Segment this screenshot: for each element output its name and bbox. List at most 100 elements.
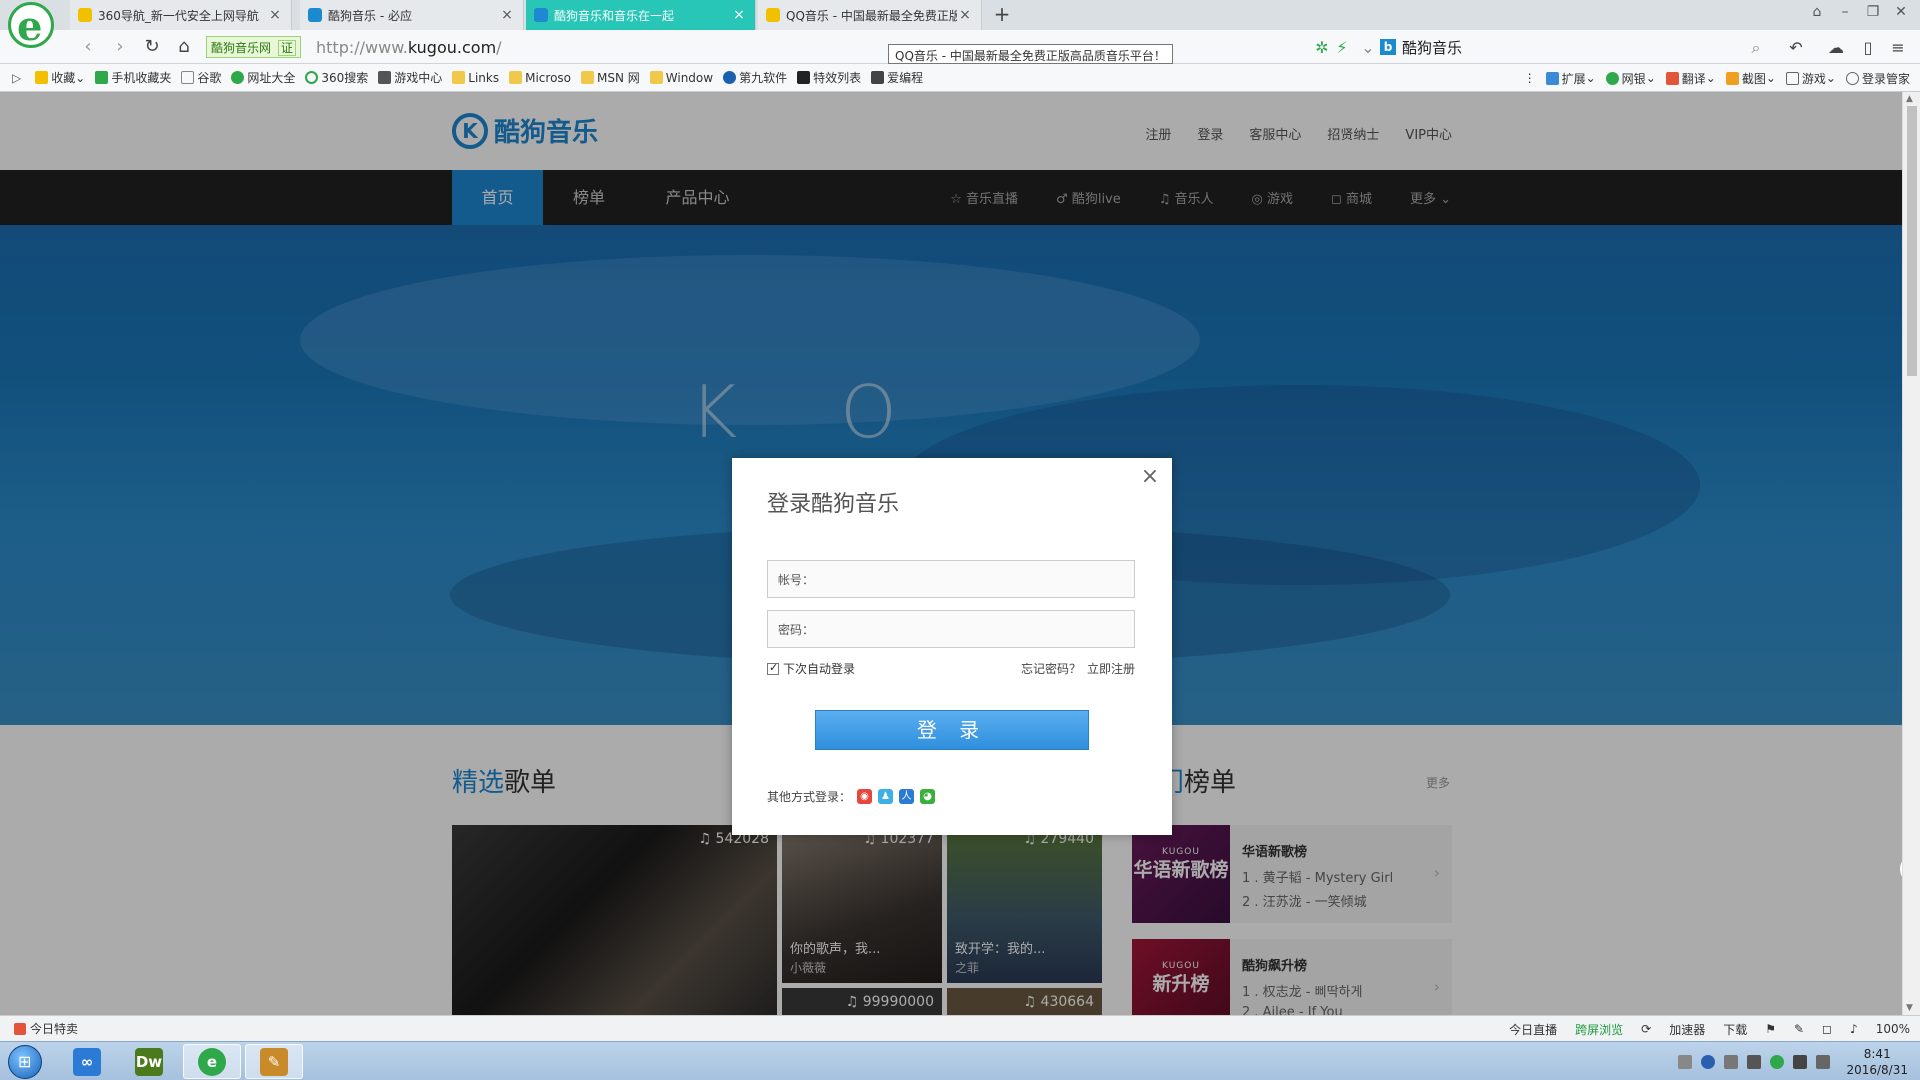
taskbar-app-browser[interactable]: e — [183, 1044, 241, 1079]
qq-icon[interactable]: ♟ — [878, 789, 894, 804]
clock[interactable]: 8:41 2016/8/31 — [1846, 1046, 1908, 1078]
bookmark-item[interactable]: 手机收藏夹 — [95, 69, 171, 86]
tab-close-icon[interactable]: × — [499, 7, 515, 23]
maximize-icon[interactable]: ❐ — [1861, 4, 1885, 20]
notes-icon[interactable]: ✎ — [1794, 1022, 1804, 1036]
password-input[interactable] — [814, 614, 1134, 644]
volume-tray-icon[interactable] — [1816, 1054, 1831, 1069]
security-icon[interactable]: ✲ — [1312, 38, 1332, 58]
today-deals-link[interactable]: 今日特卖 — [14, 1020, 78, 1037]
help-icon[interactable] — [1701, 1054, 1716, 1069]
undo-icon[interactable]: ↶ — [1786, 38, 1806, 58]
bookmark-item[interactable]: 特效列表 — [797, 69, 861, 86]
remember-me[interactable]: 下次自动登录 — [767, 660, 855, 677]
bookmark-item[interactable]: 爱编程 — [871, 69, 923, 86]
tab-close-icon[interactable]: × — [267, 7, 283, 23]
url-field[interactable]: http://www.kugou.com/ — [316, 38, 502, 57]
window-icon[interactable]: ◻ — [1822, 1022, 1832, 1036]
forgot-password-link[interactable]: 忘记密码？ — [1021, 662, 1081, 676]
login-manager-button[interactable]: 登录管家 — [1845, 70, 1910, 87]
action-center-icon[interactable] — [1793, 1054, 1808, 1069]
scrollbar-thumb[interactable] — [1907, 106, 1917, 376]
minimize-icon[interactable]: – — [1833, 4, 1857, 20]
accelerator-button[interactable]: 加速器 — [1669, 1021, 1705, 1038]
network-icon[interactable] — [1747, 1054, 1762, 1069]
url-dropdown-icon[interactable]: ⌄ — [1358, 38, 1378, 58]
browser-status-bar: 今日特卖 今日直播 跨屏浏览 ⟳ 加速器 下载 ⚑ ✎ ◻ ♪ 100% — [0, 1015, 1920, 1041]
tab-kugou[interactable]: 酷狗音乐和音乐在一起 × — [526, 0, 756, 30]
clock-time: 8:41 — [1863, 1046, 1891, 1061]
tab-bing[interactable]: 酷狗音乐 - 必应 × — [300, 0, 524, 30]
bookmark-folder[interactable]: Microso — [509, 71, 571, 85]
tab-close-icon[interactable]: × — [731, 7, 747, 23]
scroll-down-icon[interactable]: ▼ — [1906, 1003, 1913, 1013]
speed-mode-icon[interactable]: ⚡ — [1332, 38, 1352, 58]
page-scrollbar[interactable]: ▲ ▼ — [1902, 92, 1920, 1015]
keyboard-icon[interactable] — [1678, 1054, 1693, 1069]
toolbar-extensions: ⋮ 扩展 ⌄ 网银 ⌄ 翻译 ⌄ 截图 ⌄ 游戏 ⌄ 登录管家 — [1514, 64, 1910, 92]
today-live-button[interactable]: 今日直播 — [1509, 1021, 1557, 1038]
skin-icon[interactable]: ⌂ — [1805, 4, 1829, 20]
back-icon[interactable]: ‹ — [76, 35, 100, 59]
close-icon[interactable]: × — [1138, 464, 1162, 489]
zoom-level[interactable]: 100% — [1876, 1022, 1910, 1036]
volume-icon[interactable]: ♪ — [1850, 1022, 1858, 1036]
account-links: 忘记密码？ 立即注册 — [1015, 660, 1135, 677]
taskbar-app-dreamweaver[interactable]: Dw — [120, 1044, 178, 1079]
screenshot-button[interactable]: 截图 ⌄ — [1725, 70, 1776, 87]
security-tray-icon[interactable] — [1770, 1054, 1785, 1069]
renren-icon[interactable]: 人 — [899, 789, 915, 804]
other-login-label: 其他方式登录： — [767, 790, 852, 804]
close-window-icon[interactable]: ✕ — [1889, 4, 1913, 20]
start-button[interactable]: ⊞ — [8, 1045, 42, 1079]
system-tray: 8:41 2016/8/31 — [1669, 1042, 1908, 1080]
account-input[interactable] — [814, 564, 1134, 594]
bookmark-item[interactable]: 网址大全 — [231, 69, 295, 86]
new-tab-button[interactable]: + — [990, 3, 1014, 27]
dreamweaver-icon: Dw — [135, 1047, 163, 1076]
bookmark-item[interactable]: 第九软件 — [723, 69, 787, 86]
scroll-up-icon[interactable]: ▲ — [1906, 94, 1913, 104]
bookmark-item[interactable]: 360搜索 — [305, 69, 368, 86]
bookmark-item[interactable]: 游戏中心 — [378, 69, 442, 86]
search-input[interactable]: 酷狗音乐 — [1402, 37, 1462, 58]
tab-360-nav[interactable]: 360导航_新一代安全上网导航 × — [70, 0, 292, 30]
bookmark-item[interactable]: 谷歌 — [181, 69, 221, 86]
flag-icon[interactable]: ⚑ — [1765, 1022, 1776, 1036]
search-box[interactable]: b 酷狗音乐 — [1380, 34, 1770, 60]
account-field[interactable]: 帐号： — [767, 560, 1135, 598]
login-button[interactable]: 登 录 — [815, 710, 1089, 750]
bookmark-folder[interactable]: Window — [649, 71, 713, 85]
remember-checkbox[interactable] — [767, 661, 779, 675]
bookmarks-toggle-icon[interactable]: ▷ — [12, 71, 21, 85]
site-verified-badge[interactable]: 酷狗音乐网 证 — [206, 36, 301, 58]
register-now-link[interactable]: 立即注册 — [1087, 662, 1135, 676]
home-icon[interactable]: ⌂ — [172, 35, 196, 59]
password-field[interactable]: 密码： — [767, 610, 1135, 648]
taskbar-app-paint[interactable]: ✎ — [245, 1044, 303, 1079]
tab-qq-music[interactable]: QQ音乐 - 中国最新最全免费正版 × — [758, 0, 982, 30]
extensions-button[interactable]: 扩展 ⌄ — [1545, 70, 1596, 87]
taskbar-app-baidu-cloud[interactable]: ∞ — [58, 1044, 116, 1079]
forward-icon[interactable]: › — [108, 35, 132, 59]
tab-close-icon[interactable]: × — [957, 7, 973, 23]
refresh-icon[interactable]: ⟳ — [1641, 1022, 1651, 1036]
reload-icon[interactable]: ↻ — [140, 35, 164, 59]
search-icon[interactable]: ⌕ — [1746, 38, 1766, 58]
bookmark-folder[interactable]: Links — [452, 71, 499, 85]
download-button[interactable]: 下载 — [1723, 1021, 1747, 1038]
ebank-button[interactable]: 网银 ⌄ — [1605, 70, 1656, 87]
tray-expand-icon[interactable] — [1724, 1054, 1739, 1069]
more-icon[interactable]: ⋮ — [1524, 71, 1536, 85]
bookmark-item[interactable]: 收藏 ⌄ — [35, 69, 85, 86]
wechat-icon[interactable]: ◕ — [920, 789, 936, 804]
mobile-icon[interactable]: ▯ — [1858, 38, 1878, 58]
tab-favicon-icon — [308, 8, 322, 22]
translate-button[interactable]: 翻译 ⌄ — [1665, 70, 1716, 87]
bookmark-folder[interactable]: MSN 网 — [581, 69, 640, 86]
cross-screen-button[interactable]: 跨屏浏览 — [1575, 1021, 1623, 1038]
games-button[interactable]: 游戏 ⌄ — [1785, 70, 1836, 87]
cloud-icon[interactable]: ☁ — [1826, 38, 1846, 58]
weibo-icon[interactable]: ◉ — [857, 789, 873, 804]
menu-icon[interactable]: ≡ — [1888, 38, 1908, 58]
